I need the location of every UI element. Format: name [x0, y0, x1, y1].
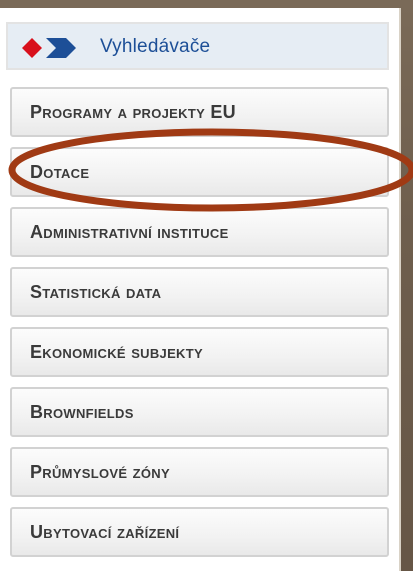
arrow-diamond-logo-icon: [22, 38, 76, 58]
menu-item-administrativni-instituce[interactable]: Administrativní instituce: [10, 207, 389, 257]
search-engines-panel: Vyhledávače Programy a projekty EU Dotac…: [0, 8, 401, 571]
menu-item-statisticka-data[interactable]: Statistická data: [10, 267, 389, 317]
panel-title: Vyhledávače: [100, 36, 211, 57]
menu-item-label: Ekonomické subjekty: [30, 342, 203, 362]
menu-item-programy-a-projekty-eu[interactable]: Programy a projekty EU: [10, 87, 389, 137]
menu-item-label: Administrativní instituce: [30, 222, 229, 242]
menu-item-label: Brownfields: [30, 402, 134, 422]
menu-item-label: Programy a projekty EU: [30, 102, 236, 122]
menu-item-dotace[interactable]: Dotace: [10, 147, 389, 197]
menu-item-brownfields[interactable]: Brownfields: [10, 387, 389, 437]
menu-item-ekonomicke-subjekty[interactable]: Ekonomické subjekty: [10, 327, 389, 377]
menu-item-label: Statistická data: [30, 282, 162, 302]
menu-item-label: Ubytovací zařízení: [30, 522, 180, 542]
menu-item-label: Dotace: [30, 162, 90, 182]
menu-item-ubytovaci-zarizeni[interactable]: Ubytovací zařízení: [10, 507, 389, 557]
panel-header: Vyhledávače: [6, 22, 389, 70]
menu-item-prumyslove-zony[interactable]: Průmyslové zóny: [10, 447, 389, 497]
menu-item-label: Průmyslové zóny: [30, 462, 170, 482]
search-engines-menu: Programy a projekty EU Dotace Administra…: [10, 87, 389, 567]
